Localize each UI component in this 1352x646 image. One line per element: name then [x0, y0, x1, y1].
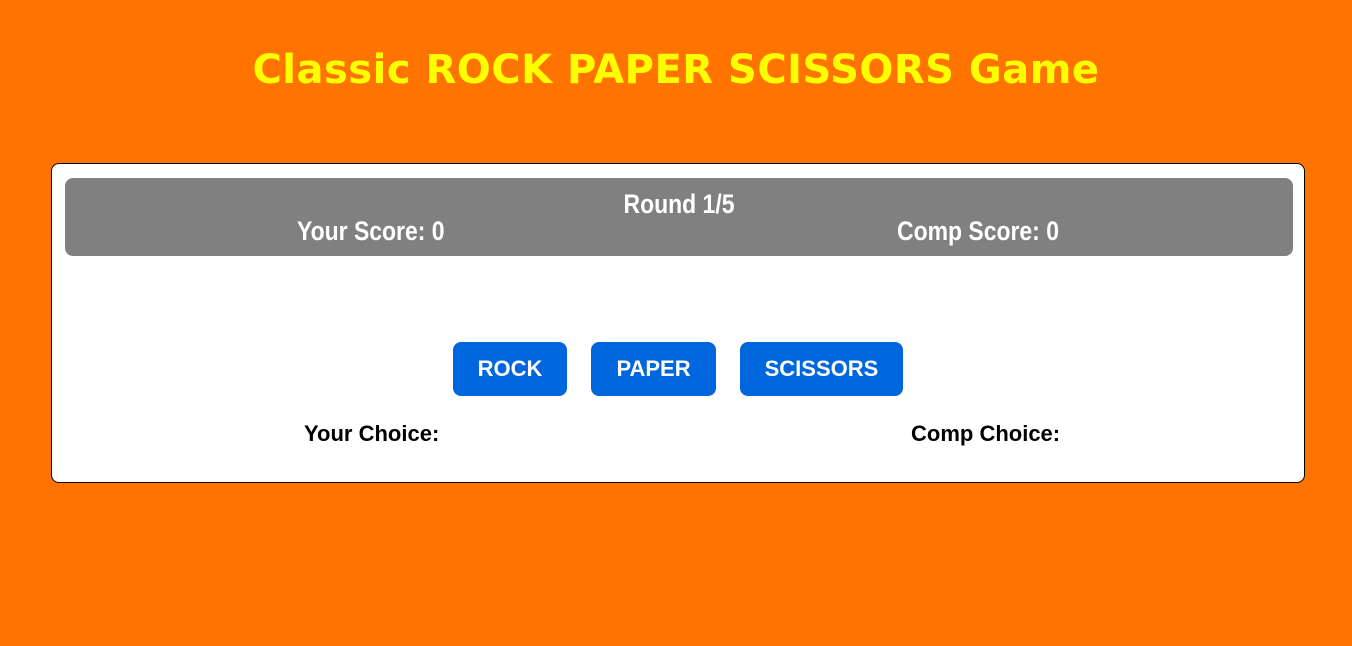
choice-buttons: ROCK PAPER SCISSORS	[52, 342, 1304, 396]
comp-score: Comp Score: 0	[897, 216, 1059, 246]
rock-button[interactable]: ROCK	[452, 342, 568, 396]
scissors-button[interactable]: SCISSORS	[739, 342, 904, 396]
your-choice-label: Your Choice:	[304, 421, 440, 446]
score-bar: Round 1/5 Your Score: 0 Comp Score: 0	[65, 178, 1293, 256]
game-card: Round 1/5 Your Score: 0 Comp Score: 0 RO…	[51, 163, 1305, 483]
paper-button[interactable]: PAPER	[591, 342, 716, 396]
page-title: Classic ROCK PAPER SCISSORS Game	[252, 47, 1100, 93]
comp-choice-label: Comp Choice:	[911, 421, 1061, 446]
your-score: Your Score: 0	[297, 216, 445, 246]
